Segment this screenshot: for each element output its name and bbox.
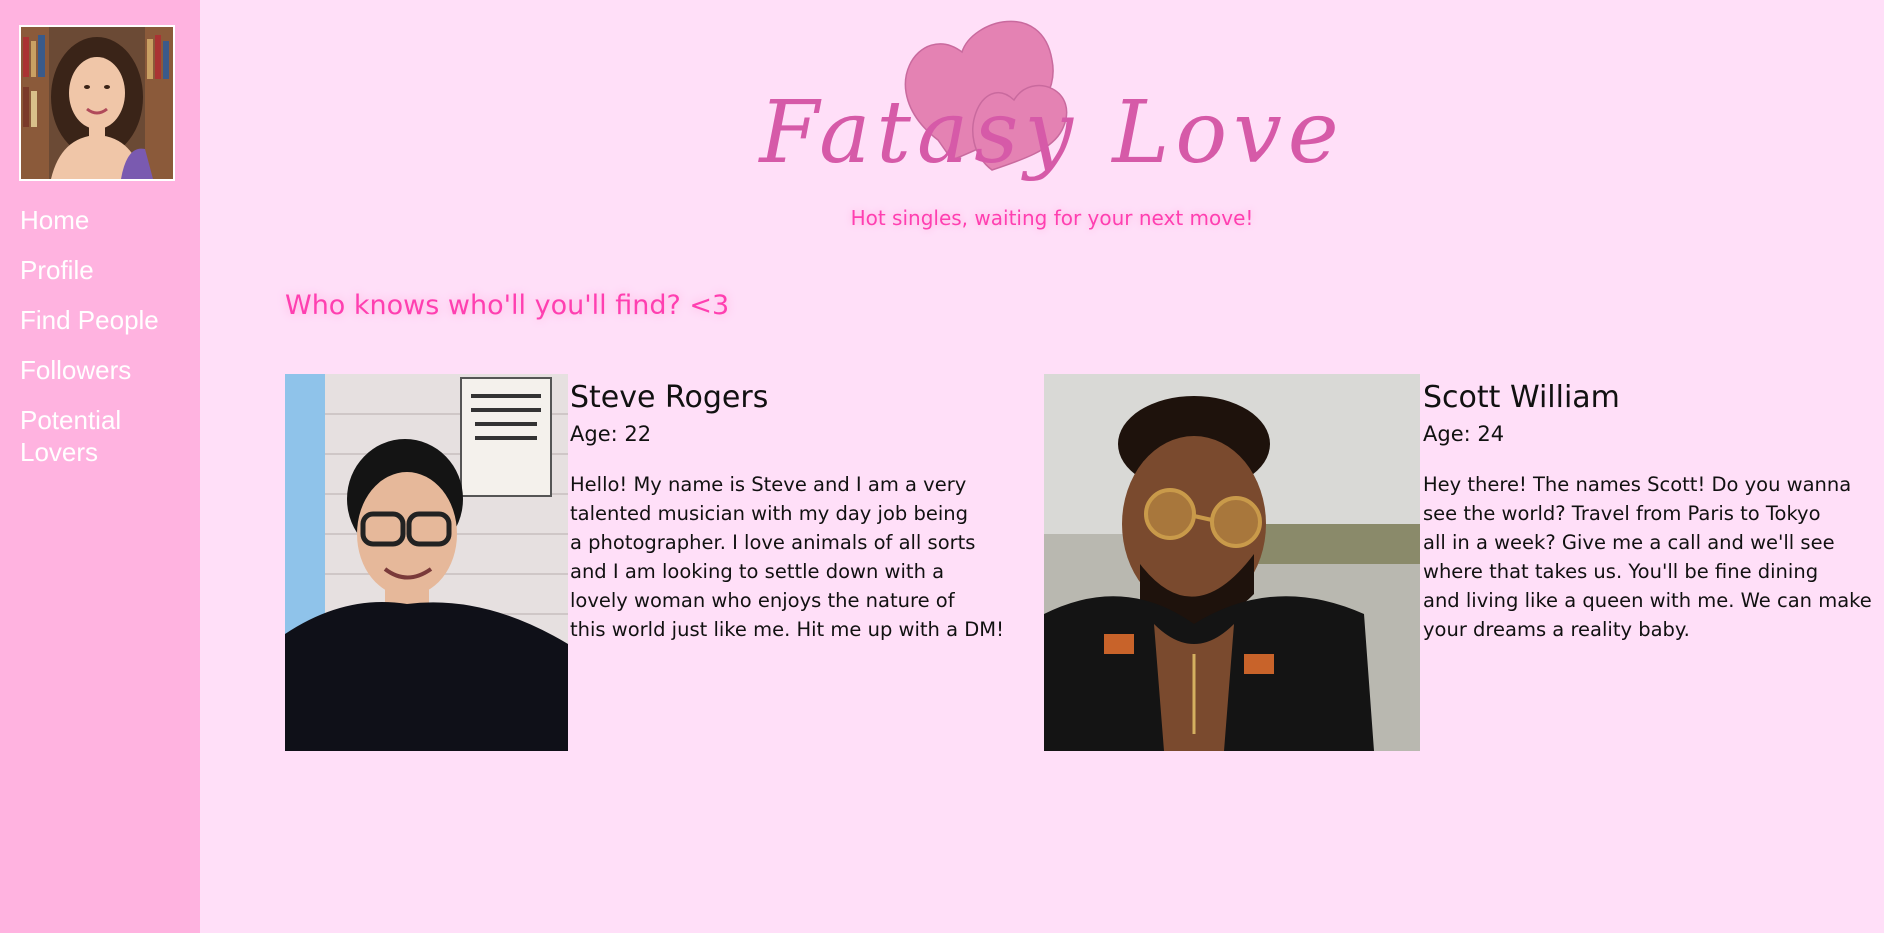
- profile-name[interactable]: Steve Rogers: [570, 380, 1030, 416]
- avatar[interactable]: [19, 25, 175, 181]
- bio-line: and living like a queen with me. We can …: [1423, 589, 1872, 612]
- profile-photo-image: [285, 374, 568, 751]
- profile-photo-image: [1044, 374, 1420, 751]
- bio-line: all in a week? Give me a call and we'll …: [1423, 531, 1835, 554]
- sidebar: Home Profile Find People Followers Poten…: [0, 0, 200, 933]
- bio-line: talented musician with my day job being: [570, 502, 968, 525]
- profile-age: Age: 22: [570, 422, 652, 446]
- profile-photo[interactable]: [285, 374, 568, 751]
- bio-line: Hello! My name is Steve and I am a very: [570, 473, 967, 496]
- bio-line: see the world? Travel from Paris to Toky…: [1423, 502, 1821, 525]
- bio-line: lovely woman who enjoys the nature of: [570, 589, 955, 612]
- profile-name[interactable]: Scott William: [1423, 380, 1875, 416]
- bio-line: where that takes us. You'll be fine dini…: [1423, 560, 1819, 583]
- nav-potential-lovers[interactable]: Potential Lovers: [20, 404, 195, 468]
- bio-line: Hey there! The names Scott! Do you wanna: [1423, 473, 1852, 496]
- profile-info: Scott William Age: 24 Hey there! The nam…: [1423, 374, 1875, 644]
- profile-bio: Hello! My name is Steve and I am a very …: [570, 470, 1030, 644]
- avatar-photo: [21, 27, 173, 179]
- sidebar-nav: Home Profile Find People Followers Poten…: [20, 204, 195, 486]
- profile-card[interactable]: Scott William Age: 24 Hey there! The nam…: [1044, 374, 1874, 751]
- profile-photo[interactable]: [1044, 374, 1420, 751]
- logo-text: Fatasy Love: [759, 83, 1345, 183]
- bio-line: a photographer. I love animals of all so…: [570, 531, 976, 554]
- section-title: Who knows who'll you'll find? <3: [285, 290, 730, 321]
- nav-profile[interactable]: Profile: [20, 254, 195, 286]
- bio-line: your dreams a reality baby.: [1423, 618, 1690, 641]
- bio-line: and I am looking to settle down with a: [570, 560, 945, 583]
- nav-followers[interactable]: Followers: [20, 354, 195, 386]
- bio-line: this world just like me. Hit me up with …: [570, 618, 1004, 641]
- nav-home[interactable]: Home: [20, 204, 195, 236]
- nav-find-people[interactable]: Find People: [20, 304, 195, 336]
- profile-bio: Hey there! The names Scott! Do you wanna…: [1423, 470, 1875, 644]
- tagline: Hot singles, waiting for your next move!: [850, 206, 1254, 230]
- profile-card[interactable]: Steve Rogers Age: 22 Hello! My name is S…: [285, 374, 1025, 751]
- site-logo[interactable]: Fatasy Love: [752, 0, 1352, 240]
- profile-info: Steve Rogers Age: 22 Hello! My name is S…: [570, 374, 1030, 644]
- profile-age: Age: 24: [1423, 422, 1505, 446]
